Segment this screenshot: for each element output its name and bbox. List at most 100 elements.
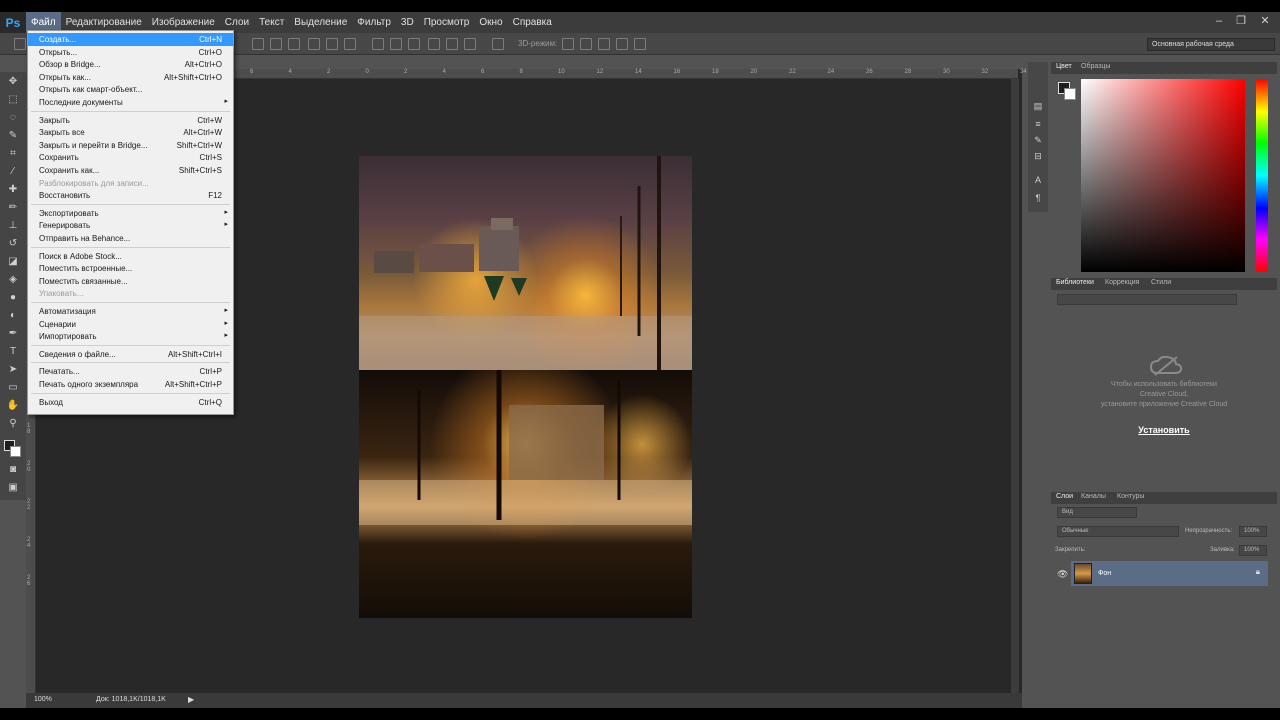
align-hcenter-icon[interactable] — [326, 38, 338, 50]
opacity-input[interactable]: 100% — [1239, 526, 1267, 537]
distribute-vcenter-icon[interactable] — [390, 38, 402, 50]
eyedropper-tool-icon[interactable]: ⁄ — [6, 166, 20, 178]
zoom-level[interactable]: 100% — [34, 696, 52, 703]
tab-swatches[interactable]: Образцы — [1081, 63, 1110, 70]
quick-mask-icon[interactable]: ◙ — [6, 464, 20, 476]
file-menu-item[interactable]: Автоматизация ▸ — [28, 305, 233, 318]
menu-6[interactable]: Фильтр — [352, 12, 396, 33]
distribute-hcenter-icon[interactable] — [446, 38, 458, 50]
file-menu-item[interactable]: Экспортировать ▸ — [28, 207, 233, 220]
distribute-left-icon[interactable] — [428, 38, 440, 50]
file-menu-item[interactable]: Восстановить F12 — [28, 189, 233, 202]
align-right-icon[interactable] — [344, 38, 356, 50]
quick-select-tool-icon[interactable]: ✎ — [6, 130, 20, 142]
panel-background-swatch[interactable] — [1064, 88, 1076, 100]
type-tool-icon[interactable]: T — [6, 346, 20, 358]
file-menu-item[interactable]: Обзор в Bridge... Alt+Ctrl+O — [28, 58, 233, 71]
screen-mode-icon[interactable]: ▣ — [6, 482, 20, 494]
tab-channels[interactable]: Каналы — [1081, 493, 1106, 500]
file-menu-item[interactable]: Выход Ctrl+Q — [28, 396, 233, 409]
eraser-tool-icon[interactable]: ◪ — [6, 256, 20, 268]
brush-tool-icon[interactable]: ✏ — [6, 202, 20, 214]
layer-visibility-eye-icon[interactable]: 👁 — [1057, 569, 1068, 580]
tab-layers[interactable]: Слои — [1056, 493, 1073, 500]
align-left-icon[interactable] — [308, 38, 320, 50]
file-menu-item[interactable]: Открыть как... Alt+Shift+Ctrl+O — [28, 71, 233, 84]
file-menu-item[interactable]: Закрыть Ctrl+W — [28, 114, 233, 127]
vertical-scrollbar[interactable] — [1011, 79, 1019, 693]
file-menu-item[interactable]: Поместить встроенные... — [28, 262, 233, 275]
clone-stamp-tool-icon[interactable]: ⊥ — [6, 220, 20, 232]
distribute-bottom-icon[interactable] — [408, 38, 420, 50]
dodge-tool-icon[interactable]: ◐ — [6, 310, 20, 322]
file-menu-item[interactable]: Печать одного экземпляра Alt+Shift+Ctrl+P — [28, 378, 233, 391]
blur-tool-icon[interactable]: ● — [6, 292, 20, 304]
menu-10[interactable]: Справка — [508, 12, 557, 33]
file-menu-item[interactable]: Сценарии ▸ — [28, 318, 233, 331]
history-brush-tool-icon[interactable]: ↺ — [6, 238, 20, 250]
marquee-tool-icon[interactable]: ⬚ — [6, 94, 20, 106]
color-picker-field[interactable] — [1081, 79, 1245, 272]
properties-panel-icon[interactable]: ≡ — [1032, 118, 1044, 130]
menu-8[interactable]: Просмотр — [419, 12, 475, 33]
file-menu-item[interactable]: Импортировать ▸ — [28, 330, 233, 343]
fill-input[interactable]: 100% — [1239, 545, 1267, 556]
tab-libraries[interactable]: Библиотеки — [1056, 279, 1094, 286]
file-menu-item[interactable]: Сохранить Ctrl+S — [28, 151, 233, 164]
hue-slider[interactable] — [1256, 79, 1268, 272]
file-menu-item[interactable]: Открыть как смарт-объект... — [28, 83, 233, 96]
file-menu-item[interactable]: Закрыть все Alt+Ctrl+W — [28, 126, 233, 139]
pen-tool-icon[interactable]: ✒ — [6, 328, 20, 340]
distribute-top-icon[interactable] — [372, 38, 384, 50]
document-image[interactable] — [359, 156, 692, 618]
3d-pan-icon[interactable] — [598, 38, 610, 50]
healing-brush-tool-icon[interactable]: ✚ — [6, 184, 20, 196]
3d-rotate-icon[interactable] — [562, 38, 574, 50]
path-select-tool-icon[interactable]: ➤ — [6, 364, 20, 376]
menu-7[interactable]: 3D — [396, 12, 419, 33]
tab-paths[interactable]: Контуры — [1117, 493, 1144, 500]
move-tool-icon[interactable]: ✥ — [6, 76, 20, 88]
file-menu-item[interactable]: Создать... Ctrl+N — [28, 33, 233, 46]
lasso-tool-icon[interactable]: ◌ — [6, 112, 20, 124]
align-bottom-icon[interactable] — [288, 38, 300, 50]
paint-bucket-tool-icon[interactable]: ◈ — [6, 274, 20, 286]
maximize-button[interactable]: ❐ — [1230, 12, 1252, 32]
minimize-button[interactable]: – — [1208, 12, 1230, 32]
background-color-swatch[interactable] — [10, 446, 21, 457]
file-menu-item[interactable]: Отправить на Behance... — [28, 232, 233, 245]
move-tool-preset-icon[interactable] — [14, 38, 26, 50]
library-select[interactable] — [1057, 294, 1237, 305]
layer-filter-select[interactable]: Вид — [1057, 507, 1137, 518]
menu-5[interactable]: Выделение — [289, 12, 352, 33]
blend-mode-select[interactable]: Обычные — [1057, 526, 1179, 537]
file-menu-item[interactable]: Последние документы ▸ — [28, 96, 233, 109]
3d-roll-icon[interactable] — [580, 38, 592, 50]
character-panel-icon[interactable]: A — [1032, 174, 1044, 186]
file-menu-item[interactable]: Открыть... Ctrl+O — [28, 46, 233, 59]
brush-panel-icon[interactable]: ✎ — [1032, 134, 1044, 146]
file-menu-item[interactable]: Печатать... Ctrl+P — [28, 365, 233, 378]
file-menu-item[interactable]: Сведения о файле... Alt+Shift+Ctrl+I — [28, 348, 233, 361]
distribute-right-icon[interactable] — [464, 38, 476, 50]
align-vcenter-icon[interactable] — [270, 38, 282, 50]
menu-4[interactable]: Текст — [254, 12, 289, 33]
install-creative-cloud-link[interactable]: Установить — [1051, 425, 1277, 435]
tab-color[interactable]: Цвет — [1056, 63, 1072, 70]
menu-9[interactable]: Окно — [474, 12, 507, 33]
zoom-tool-icon[interactable]: ⚲ — [6, 418, 20, 430]
file-menu-item[interactable]: Поиск в Adobe Stock... — [28, 250, 233, 263]
brush-presets-icon[interactable]: ⊟ — [1032, 150, 1044, 162]
crop-tool-icon[interactable]: ⌗ — [6, 148, 20, 160]
status-menu-arrow-icon[interactable]: ▶ — [188, 695, 194, 704]
auto-align-icon[interactable] — [492, 38, 504, 50]
file-menu-item[interactable]: Сохранить как... Shift+Ctrl+S — [28, 164, 233, 177]
align-top-icon[interactable] — [252, 38, 264, 50]
history-panel-icon[interactable]: ▤ — [1032, 100, 1044, 112]
3d-scale-icon[interactable] — [634, 38, 646, 50]
document-size-info[interactable]: Док: 1018,1K/1018,1K — [96, 696, 166, 703]
hand-tool-icon[interactable]: ✋ — [6, 400, 20, 412]
file-menu-item[interactable]: Закрыть и перейти в Bridge... Shift+Ctrl+… — [28, 139, 233, 152]
file-menu-item[interactable]: Генерировать ▸ — [28, 219, 233, 232]
tab-adjustments[interactable]: Коррекция — [1105, 279, 1139, 286]
